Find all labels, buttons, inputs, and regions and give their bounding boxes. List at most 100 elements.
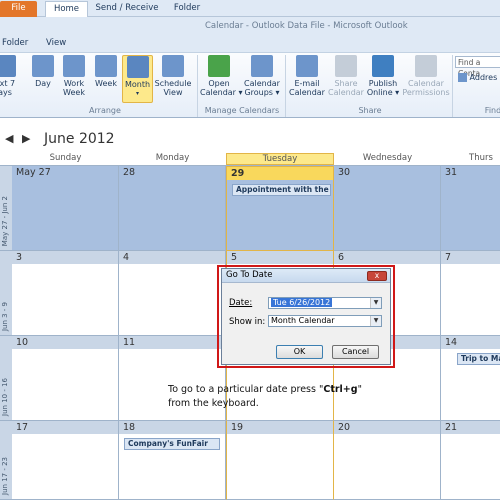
month-view-button[interactable]: Month ▾ [122,55,153,103]
day-cell[interactable]: 21 [441,421,500,500]
group-arrange-label: Arrange [89,106,121,115]
next-7-days-label: ext 7 ays [0,79,16,97]
calendar-groups-icon [251,55,273,77]
address-book-icon [458,73,467,82]
ok-button[interactable]: OK [276,345,323,359]
tab-view[interactable]: View [46,38,66,48]
day-cell[interactable]: 28 [119,166,226,251]
chevron-down-icon[interactable]: ▼ [370,298,381,308]
note-before: To go to a particular date press " [168,384,324,395]
work-week-label: Work Week [63,79,85,97]
day-number: 19 [231,422,244,433]
day-cell[interactable]: 19 [226,421,334,500]
month-header: ◀ ▶ June 2012 [0,128,500,152]
group-separator [285,55,286,117]
permissions-icon [415,55,437,77]
day-cell[interactable]: 31 [441,166,500,251]
email-icon [296,55,318,77]
day-cell[interactable]: 17 [12,421,119,500]
tab-home[interactable]: Home [45,1,88,18]
day-cell-today[interactable]: 29 Appointment with the [226,166,334,251]
date-label: Date: [229,298,253,308]
sub-tab-bar: Folder View [0,36,500,52]
weekday-sunday: Sunday [49,153,82,163]
open-calendar-label: Open Calendar ▾ [200,79,243,97]
find-contact-input[interactable]: Find a Conta [455,56,500,78]
calendar-workweek-icon [63,55,85,77]
show-in-label: Show in: [229,317,266,327]
tab-file[interactable]: File [0,1,37,17]
day-cell[interactable]: 10 [12,336,119,421]
week-view-button[interactable]: Week [92,55,120,88]
appointment-event[interactable]: Appointment with the [232,184,331,196]
calendar-permissions-button[interactable]: Calendar Permissions [402,55,450,97]
ribbon: ext 7 ays Day Work Week Week Month ▾ Sch… [0,52,500,118]
email-calendar-button[interactable]: E-mail Calendar [288,55,326,97]
month-label: Month [124,80,151,89]
share-calendar-label: Share Calendar [328,79,364,97]
work-week-view-button[interactable]: Work Week [59,55,89,97]
schedule-view-button[interactable]: Schedule View [154,55,192,97]
next-7-days-button[interactable]: ext 7 ays [0,55,18,97]
open-calendar-button[interactable]: Open Calendar ▾ [200,55,243,97]
tab-folder-sub[interactable]: Folder [2,38,28,48]
cancel-button[interactable]: Cancel [332,345,379,359]
day-number: 20 [338,422,351,433]
day-cell[interactable]: 30 [334,166,441,251]
day-cell[interactable]: 18 Company's FunFair [119,421,226,500]
calendar-week-icon [95,55,117,77]
day-bar [119,251,225,264]
group-find-label: Find [484,106,500,115]
note-key: Ctrl+g [323,384,358,395]
funfair-event[interactable]: Company's FunFair [124,438,220,450]
title-bar: Calendar - Outlook Data File - Microsoft… [0,17,500,36]
day-number: 3 [16,252,23,263]
publish-online-button[interactable]: Publish Online ▾ [366,55,400,97]
day-bar [227,251,333,264]
day-number: 31 [445,167,458,178]
day-number: 5 [231,252,238,263]
tab-folder[interactable]: Folder [168,1,206,17]
day-number: 10 [16,337,29,348]
weekday-thursday: Thurs [469,153,493,163]
day-cell[interactable]: 14 Trip to Ma [441,336,500,421]
week-label[interactable]: Jun 3 - 9 [0,251,12,336]
next-month-button[interactable]: ▶ [22,132,30,145]
day-cell[interactable]: 4 [119,251,226,336]
calendar-groups-button[interactable]: Calendar Groups ▾ [242,55,282,97]
month-title: June 2012 [44,131,115,147]
previous-month-button[interactable]: ◀ [5,132,13,145]
weekday-wednesday: Wednesday [362,153,413,163]
calendar-7-icon [0,55,16,77]
spacer [0,118,500,126]
weekday-monday: Monday [155,153,190,163]
group-share-label: Share [358,106,382,115]
address-book-button[interactable]: Addres [458,73,497,82]
email-calendar-label: E-mail Calendar [289,79,325,97]
day-number: 4 [123,252,130,263]
day-cell[interactable]: May 27 [12,166,119,251]
chevron-down-icon[interactable]: ▼ [370,316,381,326]
share-calendar-button[interactable]: Share Calendar [328,55,364,97]
instruction-note: To go to a particular date press "Ctrl+g… [168,383,408,411]
week-range: Jun 17 - 23 [1,457,9,495]
day-view-button[interactable]: Day [30,55,56,88]
go-to-date-dialog: Go To Date x Date: Tue 6/26/2012 ▼ Show … [221,268,391,365]
date-value: Tue 6/26/2012 [271,298,333,307]
trip-event[interactable]: Trip to Ma [457,353,500,365]
close-icon[interactable]: x [367,271,387,281]
dialog-title: Go To Date [222,269,390,283]
address-book-label: Addres [469,73,498,82]
day-label: Day [35,79,51,88]
tab-send-receive[interactable]: Send / Receive [94,1,160,17]
show-in-select[interactable]: Month Calendar ▼ [268,315,382,327]
day-cell[interactable]: 3 [12,251,119,336]
group-separator [452,55,453,117]
week-label[interactable]: May 27 - Jun 2 [0,166,12,251]
week-label[interactable]: Jun 17 - 23 [0,421,12,500]
date-field[interactable]: Tue 6/26/2012 ▼ [268,297,382,309]
day-number: 17 [16,422,29,433]
day-cell[interactable]: 20 [334,421,441,500]
week-label[interactable]: Jun 10 - 16 [0,336,12,421]
day-cell[interactable]: 7 [441,251,500,336]
